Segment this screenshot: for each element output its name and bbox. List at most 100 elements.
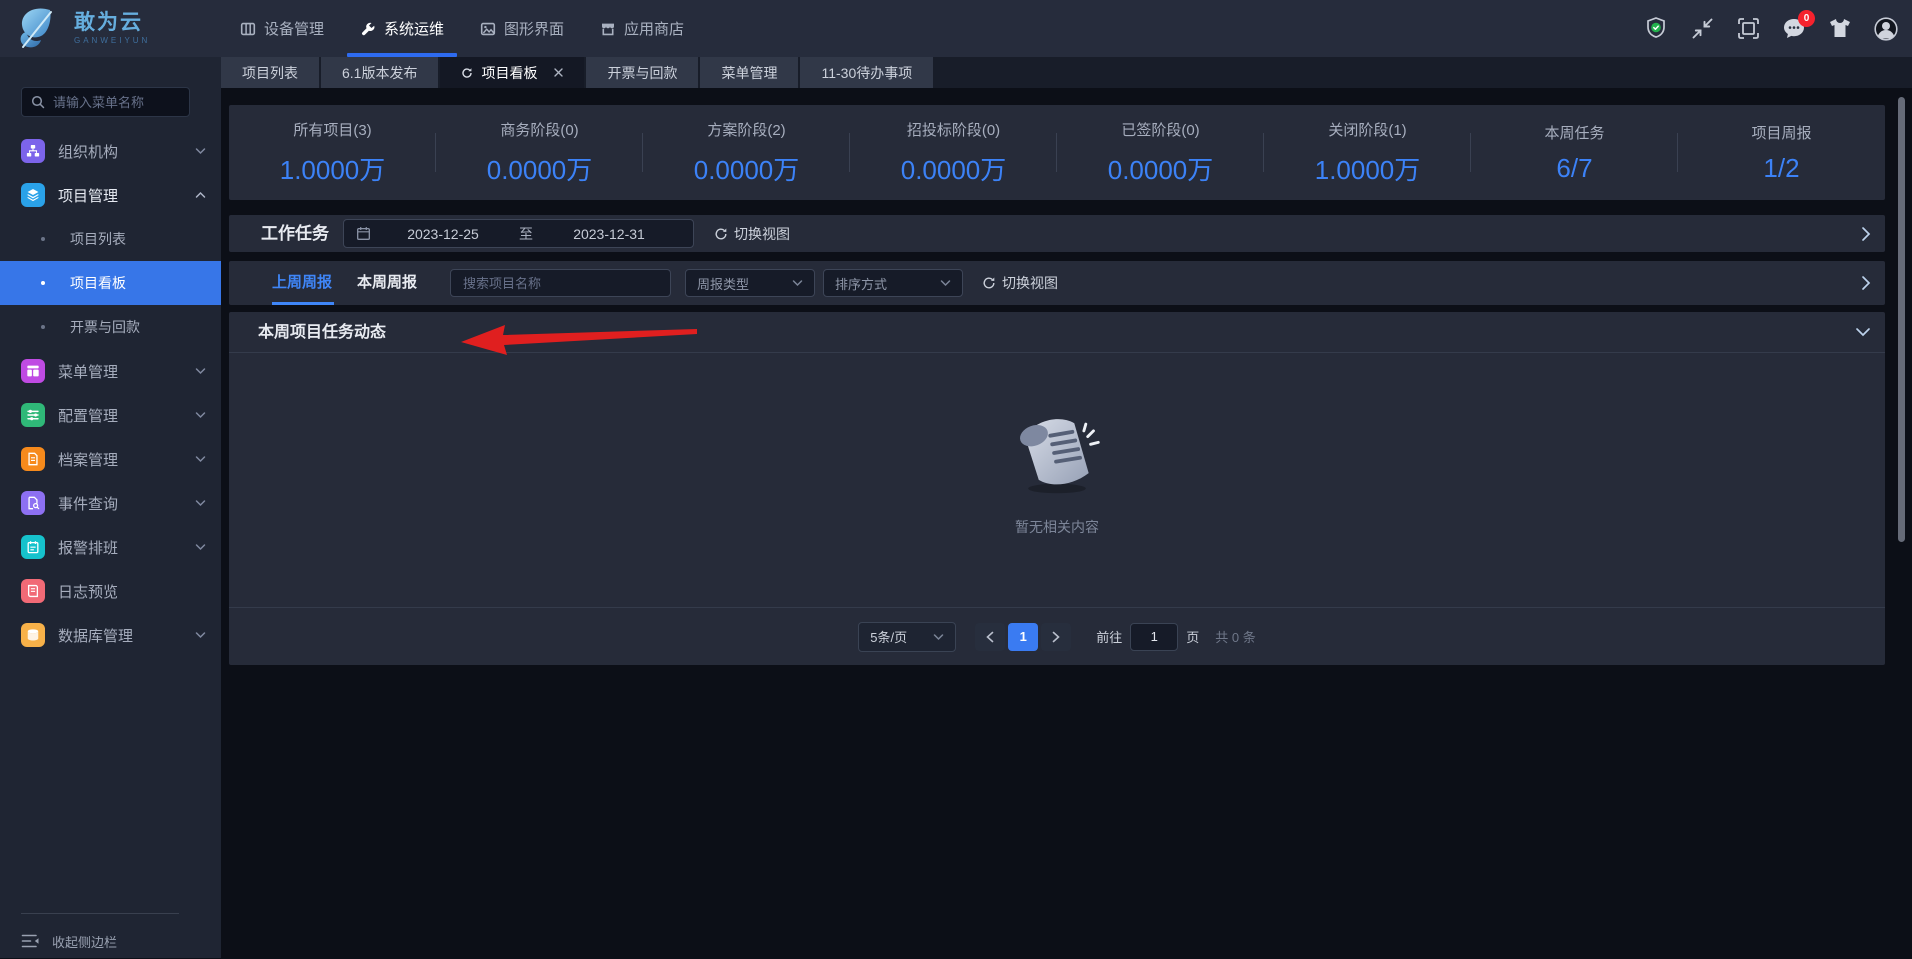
stat-plan-stage[interactable]: 方案阶段(2) 0.0000万 <box>643 105 850 200</box>
fullscreen-button[interactable] <box>1735 16 1761 42</box>
sidebar-item-label: 组织机构 <box>58 143 119 161</box>
page-tab-todo-items[interactable]: 11-30待办事项 <box>800 57 934 88</box>
stat-value: 6/7 <box>1556 152 1593 183</box>
user-avatar-button[interactable] <box>1873 16 1899 42</box>
sidebar-item-label: 开票与回款 <box>70 319 140 335</box>
menu-layout-icon <box>21 359 45 383</box>
nav-item-label: 应用商店 <box>624 21 685 38</box>
expand-right-icon[interactable] <box>1861 275 1871 291</box>
page-tab-label: 11-30待办事项 <box>821 64 913 81</box>
goto-page-input[interactable] <box>1131 623 1178 650</box>
page-tab-menu-management[interactable]: 菜单管理 <box>700 57 799 88</box>
chevron-up-icon <box>195 191 206 198</box>
sidebar-item-database-management[interactable]: 数据库管理 <box>0 613 221 657</box>
vertical-scrollbar-thumb[interactable] <box>1898 97 1905 542</box>
expand-right-icon[interactable] <box>1861 226 1871 242</box>
weekly-report-panel: 上周周报 本周周报 周报类型 排序方式 切换视图 <box>229 261 1885 305</box>
chevron-down-icon <box>195 412 206 419</box>
switch-view-button[interactable]: 切换视图 <box>714 215 790 252</box>
stat-label: 商务阶段(0) <box>500 121 579 139</box>
stat-value: 1.0000万 <box>1314 154 1421 185</box>
log-book-icon <box>21 579 45 603</box>
switch-view-label: 切换视图 <box>734 225 790 242</box>
dynamics-header[interactable]: 本周项目任务动态 <box>229 312 1885 355</box>
document-search-icon <box>21 491 45 515</box>
page-size-select[interactable]: 5条/页 <box>858 621 957 652</box>
theme-skin-button[interactable] <box>1827 16 1853 42</box>
sidebar-search-input[interactable] <box>53 94 180 110</box>
collapse-section-icon[interactable] <box>1855 327 1871 337</box>
page-tab-project-board[interactable]: 项目看板 <box>440 57 585 88</box>
sidebar-subitem-invoice-payment[interactable]: 开票与回款 <box>0 305 221 349</box>
stat-all-projects[interactable]: 所有项目(3) 1.0000万 <box>229 105 436 200</box>
sidebar-item-log-preview[interactable]: 日志预览 <box>0 569 221 613</box>
sidebar-item-label: 事件查询 <box>58 495 119 513</box>
report-type-select[interactable]: 周报类型 <box>685 269 815 297</box>
avatar-icon <box>1874 16 1898 41</box>
sidebar-item-archive-management[interactable]: 档案管理 <box>0 437 221 481</box>
switch-view-button[interactable]: 切换视图 <box>982 261 1058 305</box>
tab-last-week-report[interactable]: 上周周报 <box>272 261 332 305</box>
work-task-title: 工作任务 <box>261 224 329 243</box>
nav-item-graphic-interface[interactable]: 图形界面 <box>462 0 582 57</box>
sidebar-item-label: 菜单管理 <box>58 363 119 381</box>
date-separator: 至 <box>519 225 533 242</box>
stat-bidding-stage[interactable]: 招投标阶段(0) 0.0000万 <box>850 105 1057 200</box>
image-icon <box>480 22 496 35</box>
next-page-button[interactable] <box>1041 622 1072 651</box>
nav-item-system-ops[interactable]: 系统运维 <box>342 0 462 57</box>
prev-page-button[interactable] <box>975 622 1006 651</box>
sidebar-item-event-query[interactable]: 事件查询 <box>0 481 221 525</box>
page-tab-project-list[interactable]: 项目列表 <box>221 57 319 88</box>
device-grid-icon <box>240 22 256 35</box>
page-number-button[interactable]: 1 <box>1008 622 1039 651</box>
bullet-dot-icon <box>41 281 45 285</box>
project-stats-panel: 所有项目(3) 1.0000万 商务阶段(0) 0.0000万 方案阶段(2) 0.0… <box>229 105 1885 200</box>
date-start-value[interactable]: 2023-12-25 <box>371 226 515 242</box>
goto-page-field <box>1130 622 1179 651</box>
close-tab-icon[interactable] <box>554 68 564 77</box>
sidebar-item-menu-management[interactable]: 菜单管理 <box>0 349 221 393</box>
sidebar-search-box[interactable] <box>21 87 190 117</box>
stat-week-tasks[interactable]: 本周任务 6/7 <box>1471 105 1678 200</box>
database-icon <box>21 623 45 647</box>
page-tab-invoice-payment[interactable]: 开票与回款 <box>586 57 699 88</box>
sidebar-subitem-project-list[interactable]: 项目列表 <box>0 217 221 261</box>
stat-project-weekly-report[interactable]: 项目周报 1/2 <box>1678 105 1885 200</box>
chevron-right-icon <box>1052 631 1060 642</box>
layers-icon <box>21 183 45 207</box>
sidebar-item-alarm-schedule[interactable]: 报警排班 <box>0 525 221 569</box>
stat-signed-stage[interactable]: 已签阶段(0) 0.0000万 <box>1057 105 1264 200</box>
sidebar-item-label: 项目管理 <box>58 187 119 205</box>
stat-business-stage[interactable]: 商务阶段(0) 0.0000万 <box>436 105 643 200</box>
stat-label: 关闭阶段(1) <box>1328 121 1407 139</box>
nav-item-label: 系统运维 <box>384 21 445 38</box>
sidebar-item-config-management[interactable]: 配置管理 <box>0 393 221 437</box>
stat-closed-stage[interactable]: 关闭阶段(1) 1.0000万 <box>1264 105 1471 200</box>
week-task-dynamics-panel: 本周项目任务动态 暂无相关内容 5条/页 1 前往 1 页 共 0 条 <box>229 312 1885 665</box>
security-shield-button[interactable] <box>1643 16 1669 42</box>
sidebar-item-project-management[interactable]: 项目管理 <box>0 173 221 217</box>
nav-item-device-management[interactable]: 设备管理 <box>222 0 342 57</box>
tab-this-week-report[interactable]: 本周周报 <box>357 261 417 305</box>
collapse-sidebar-icon <box>21 934 39 948</box>
compress-arrows-icon <box>1692 18 1712 39</box>
empty-state-text: 暂无相关内容 <box>1015 519 1099 535</box>
sort-order-select[interactable]: 排序方式 <box>823 269 963 297</box>
refresh-icon[interactable] <box>461 67 473 79</box>
messages-button[interactable]: 0 <box>1781 9 1815 42</box>
project-name-search-box[interactable] <box>450 269 671 297</box>
page-tab-version-release[interactable]: 6.1版本发布 <box>321 57 439 88</box>
collapse-sidebar-button[interactable]: 收起侧边栏 <box>21 923 117 959</box>
compress-view-button[interactable] <box>1689 16 1715 42</box>
date-range-picker[interactable]: 2023-12-25 至 2023-12-31 <box>343 219 694 248</box>
chevron-down-icon <box>792 280 803 287</box>
project-name-search-input[interactable] <box>463 275 658 291</box>
sidebar-item-organization[interactable]: 组织机构 <box>0 129 221 173</box>
sidebar-subitem-project-board[interactable]: 项目看板 <box>0 261 221 305</box>
date-end-value[interactable]: 2023-12-31 <box>537 226 681 242</box>
sidebar-item-label: 配置管理 <box>58 407 119 425</box>
chevron-down-icon <box>940 280 951 287</box>
brand-title: 敢为云 <box>74 10 143 34</box>
nav-item-app-store[interactable]: 应用商店 <box>582 0 702 57</box>
